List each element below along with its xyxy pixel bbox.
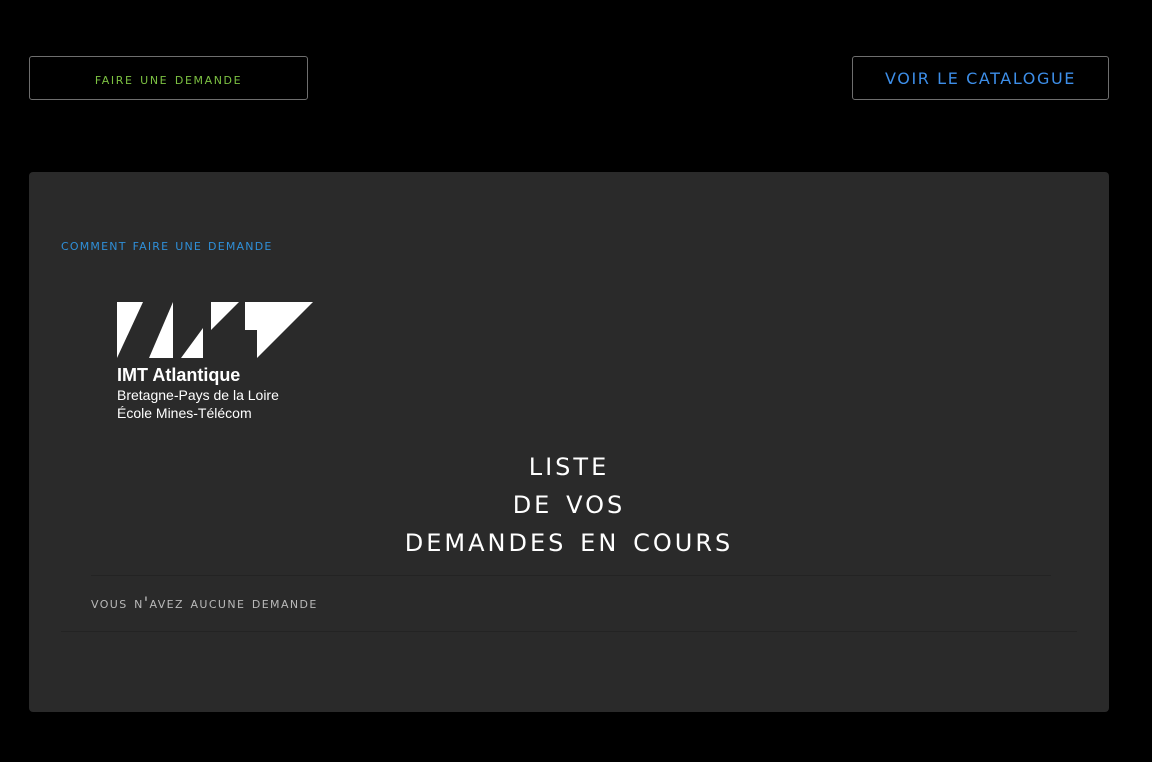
logo-subtitle-region: Bretagne-Pays de la Loire <box>117 387 279 403</box>
page-title-line-3: demandes en cours <box>404 520 734 560</box>
requests-panel: comment faire une demande IMT Atlantique… <box>29 172 1109 712</box>
make-request-button[interactable]: Faire une demande <box>29 56 308 100</box>
top-bar: Faire une demande VOIR LE CATALOGUE <box>0 0 1152 140</box>
how-to-request-link[interactable]: comment faire une demande <box>61 236 273 254</box>
empty-requests-message: Vous n'avez aucune demande <box>91 593 318 612</box>
logo-title: IMT Atlantique <box>117 365 241 385</box>
page-title-line-1: Liste <box>528 444 610 484</box>
imt-logo-mark-icon <box>117 302 313 358</box>
imt-atlantique-logo: IMT Atlantique Bretagne-Pays de la Loire… <box>117 302 317 422</box>
logo-subtitle-school: École Mines-Télécom <box>117 405 252 421</box>
view-catalogue-button[interactable]: VOIR LE CATALOGUE <box>852 56 1109 100</box>
divider <box>61 631 1077 632</box>
page-title: Liste de vos demandes en cours <box>29 445 1109 559</box>
divider <box>91 575 1051 576</box>
page-title-line-2: de vos <box>512 482 626 522</box>
